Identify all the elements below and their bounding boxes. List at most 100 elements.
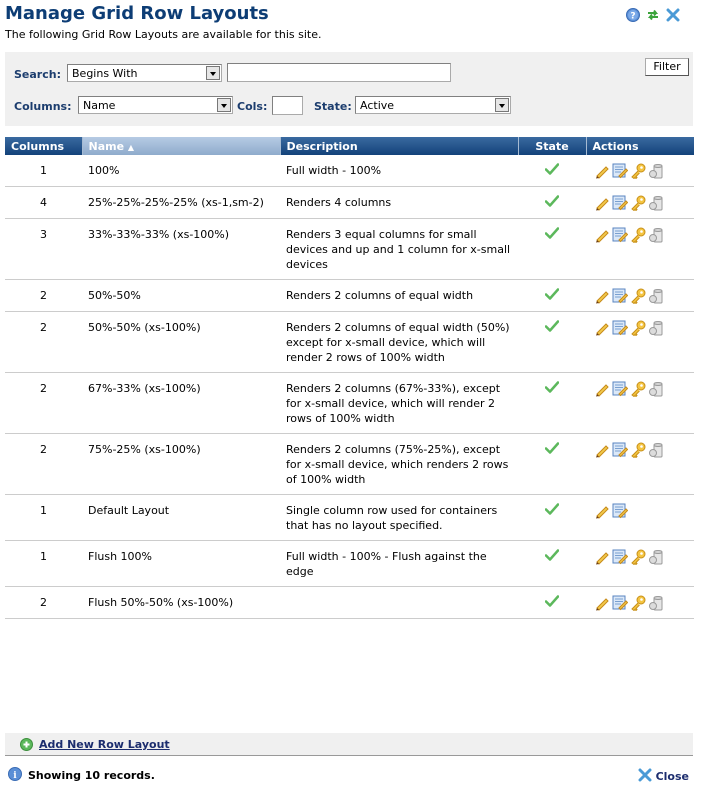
cell-columns: 2: [5, 586, 82, 619]
table-row[interactable]: 4 25%-25%-25%-25% (xs-1,sm-2) Renders 4 co…: [5, 186, 694, 219]
active-check-icon: [544, 503, 560, 515]
edit-details-icon[interactable]: [612, 320, 629, 336]
edit-details-icon[interactable]: [612, 595, 629, 611]
edit-details-icon[interactable]: [612, 163, 629, 179]
filter-button[interactable]: Filter: [645, 58, 689, 76]
table-row[interactable]: 2 75%-25% (xs-100%) Renders 2 columns (75%…: [5, 433, 694, 495]
table-row[interactable]: 1 Flush 100% Full width - 100% - Flush aga…: [5, 540, 694, 587]
edit-icon[interactable]: [594, 195, 610, 211]
table-row[interactable]: 2 Flush 50%-50% (xs-100%): [5, 586, 694, 619]
cell-columns: 1: [5, 155, 82, 187]
edit-icon[interactable]: [594, 503, 610, 519]
delete-icon[interactable]: [648, 288, 664, 304]
state-label: State:: [314, 100, 352, 113]
edit-icon[interactable]: [594, 227, 610, 243]
edit-icon[interactable]: [594, 381, 610, 397]
header-toolbar: ?: [626, 8, 680, 22]
edit-icon[interactable]: [594, 442, 610, 458]
cell-columns: 3: [5, 218, 82, 280]
edit-details-icon[interactable]: [612, 549, 629, 565]
close-icon[interactable]: [666, 8, 680, 22]
edit-icon[interactable]: [594, 163, 610, 179]
delete-icon[interactable]: [648, 195, 664, 211]
cell-description: Renders 2 columns of equal width: [280, 279, 518, 312]
cell-columns: 2: [5, 279, 82, 312]
record-count-status: Showing 10 records.: [28, 769, 155, 782]
cell-actions: [586, 186, 694, 219]
cell-name: Flush 50%-50% (xs-100%): [82, 586, 280, 619]
delete-icon[interactable]: [648, 595, 664, 611]
cell-state: [518, 186, 586, 219]
edit-details-icon[interactable]: [612, 227, 629, 243]
column-header-name[interactable]: Name ▲: [81, 137, 280, 155]
delete-icon[interactable]: [648, 163, 664, 179]
table-row[interactable]: 1 100% Full width - 100%: [5, 155, 694, 187]
close-button[interactable]: Close: [638, 768, 689, 783]
search-mode-select[interactable]: Begins With: [67, 64, 222, 82]
column-header-state[interactable]: State: [517, 137, 586, 155]
edit-details-icon[interactable]: [612, 288, 629, 304]
column-header-name-label: Name: [88, 139, 125, 153]
permissions-key-icon[interactable]: [630, 381, 646, 398]
cell-name: 50%-50% (xs-100%): [82, 311, 280, 373]
edit-details-icon[interactable]: [612, 195, 629, 211]
edit-icon[interactable]: [594, 595, 610, 611]
delete-icon[interactable]: [648, 442, 664, 458]
table-row[interactable]: 2 67%-33% (xs-100%) Renders 2 columns (67%…: [5, 372, 694, 434]
cell-description: Renders 2 columns (75%-25%), except for …: [280, 433, 518, 495]
row-actions: [592, 195, 688, 212]
refresh-icon[interactable]: [646, 8, 660, 22]
column-header-description[interactable]: Description: [279, 137, 518, 155]
help-icon[interactable]: ?: [626, 8, 640, 22]
edit-icon[interactable]: [594, 549, 610, 565]
column-header-columns[interactable]: Columns: [5, 137, 82, 155]
delete-icon[interactable]: [648, 320, 664, 336]
row-actions: [592, 549, 688, 566]
columns-select[interactable]: Name: [78, 96, 233, 114]
table-row[interactable]: 2 50%-50% Renders 2 columns of equal width: [5, 279, 694, 312]
edit-icon[interactable]: [594, 288, 610, 304]
state-select[interactable]: Active: [355, 96, 511, 114]
add-new-row-layout-link[interactable]: Add New Row Layout: [39, 738, 170, 751]
permissions-key-icon[interactable]: [630, 288, 646, 305]
row-actions: [592, 595, 688, 612]
table-row[interactable]: 1 Default Layout Single column row used fo…: [5, 494, 694, 541]
add-icon[interactable]: [20, 738, 33, 751]
row-actions: [592, 320, 688, 337]
delete-icon[interactable]: [648, 227, 664, 243]
edit-details-icon[interactable]: [612, 381, 629, 397]
permissions-key-icon[interactable]: [630, 320, 646, 337]
cell-state: [518, 311, 586, 373]
cell-state: [518, 586, 586, 619]
table-row[interactable]: 2 50%-50% (xs-100%) Renders 2 columns of e…: [5, 311, 694, 373]
delete-icon[interactable]: [648, 549, 664, 565]
delete-icon[interactable]: [648, 381, 664, 397]
permissions-key-icon[interactable]: [630, 595, 646, 612]
page-title: Manage Grid Row Layouts: [5, 3, 269, 24]
cell-name: Flush 100%: [82, 540, 280, 587]
permissions-key-icon[interactable]: [630, 227, 646, 244]
permissions-key-icon[interactable]: [630, 442, 646, 459]
active-check-icon: [544, 320, 560, 332]
page-subtitle: The following Grid Row Layouts are avail…: [5, 28, 322, 41]
edit-details-icon[interactable]: [612, 503, 629, 519]
cell-state: [518, 433, 586, 495]
active-check-icon: [544, 381, 560, 393]
cols-input[interactable]: [272, 96, 303, 115]
active-check-icon: [544, 595, 560, 607]
search-input[interactable]: [227, 63, 451, 82]
edit-icon[interactable]: [594, 320, 610, 336]
chevron-down-icon: [217, 98, 231, 112]
cell-columns: 2: [5, 433, 82, 495]
permissions-key-icon[interactable]: [630, 195, 646, 212]
edit-details-icon[interactable]: [612, 442, 629, 458]
table-row[interactable]: 3 33%-33%-33% (xs-100%) Renders 3 equal co…: [5, 218, 694, 280]
state-value: Active: [360, 99, 395, 112]
cell-description: Single column row used for containers th…: [280, 494, 518, 541]
permissions-key-icon[interactable]: [630, 549, 646, 566]
permissions-key-icon[interactable]: [630, 163, 646, 180]
row-actions: [592, 163, 688, 180]
table-header-row: Columns Name ▲ Description State Actions: [5, 137, 694, 155]
search-label: Search:: [14, 68, 61, 81]
column-header-actions: Actions: [585, 137, 694, 155]
